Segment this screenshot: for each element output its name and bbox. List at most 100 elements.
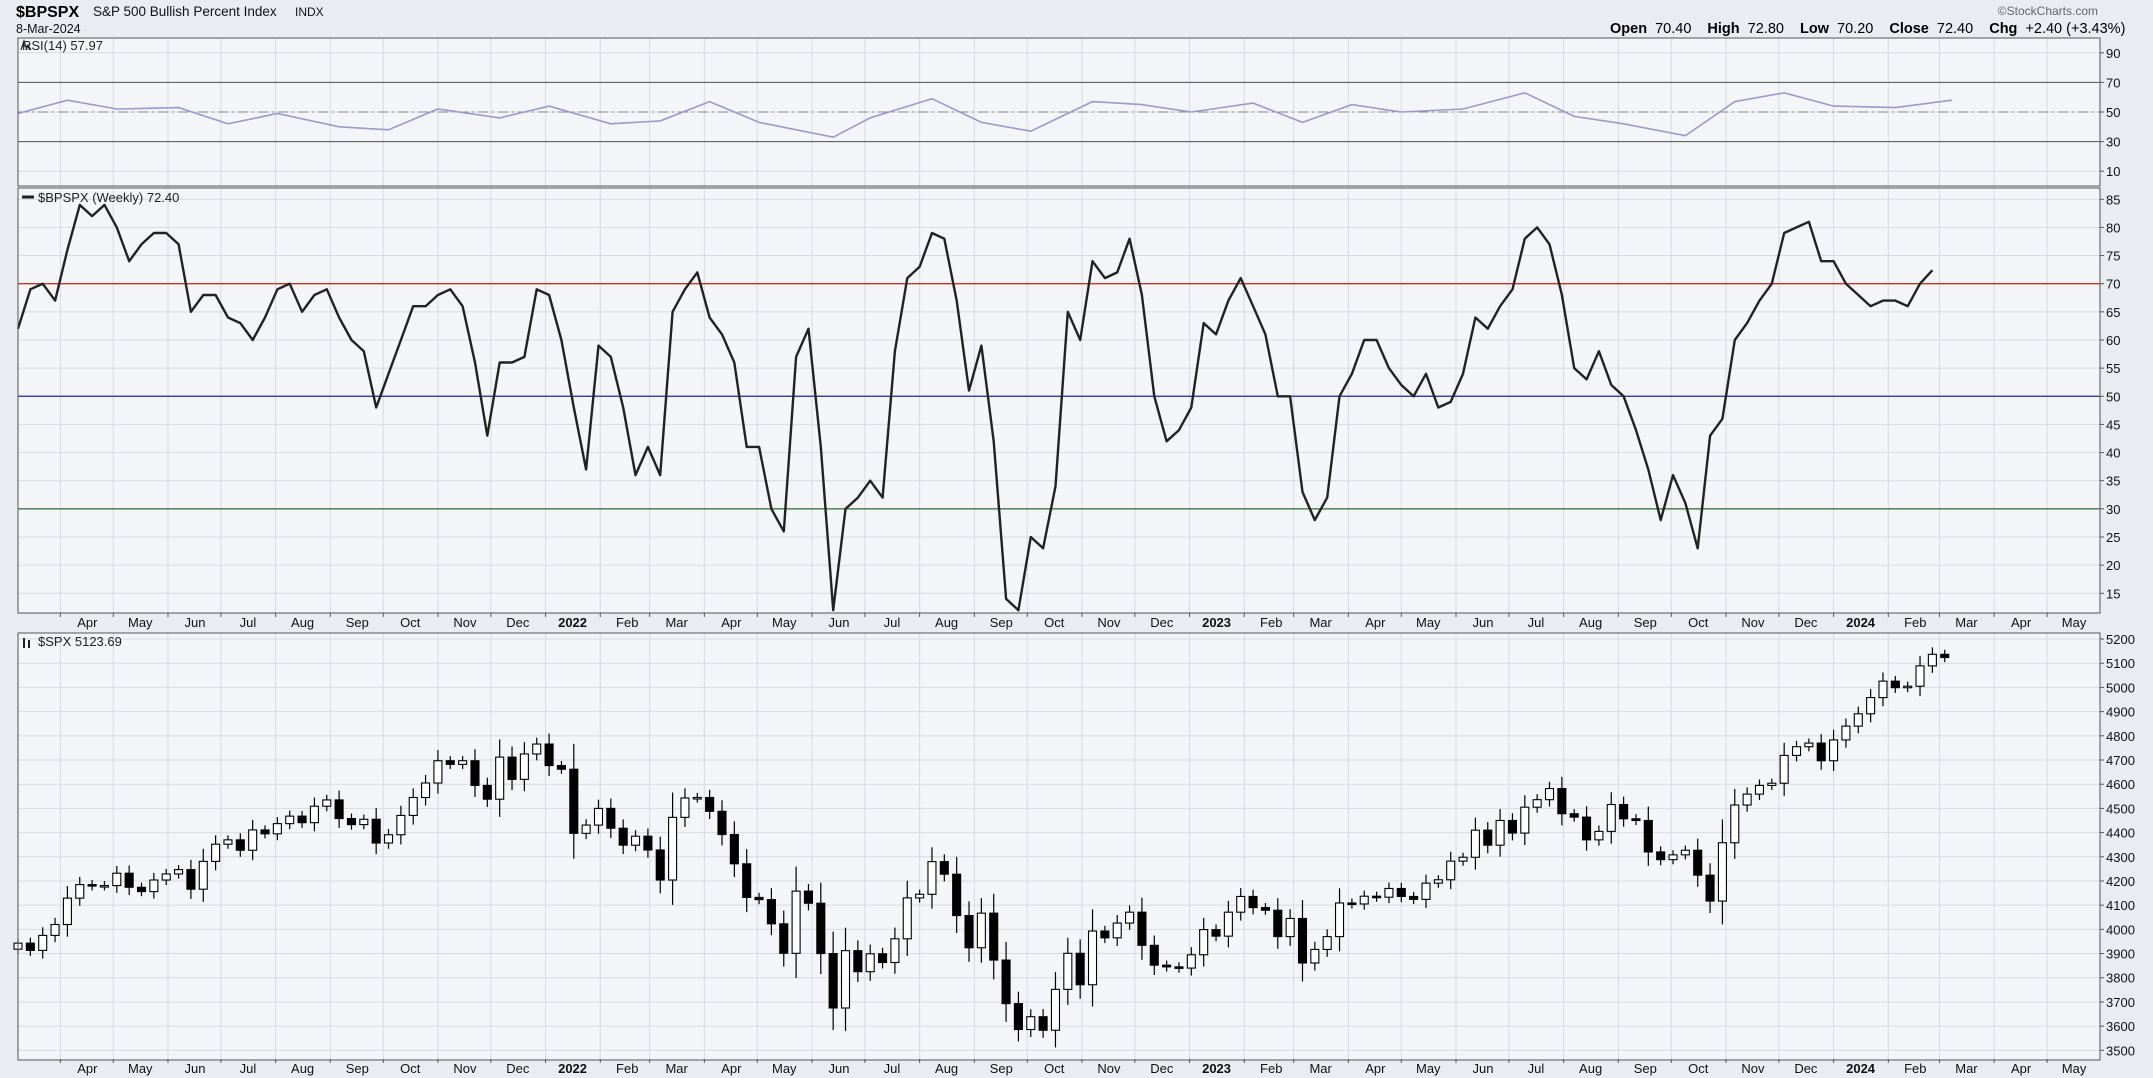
y-tick-label: 80 — [2106, 220, 2120, 235]
candle-up — [927, 861, 937, 895]
candle-up — [50, 923, 60, 936]
y-tick-label: 30 — [2106, 502, 2120, 517]
y-tick-label: 5100 — [2106, 656, 2135, 671]
x-tick-label: Apr — [2011, 1061, 2032, 1076]
x-tick-label: Aug — [291, 1061, 314, 1076]
x-tick-label: Oct — [1044, 1061, 1065, 1076]
y-tick-label: 10 — [2106, 164, 2120, 179]
low-label: Low — [1800, 21, 1830, 37]
x-tick-label: May — [128, 1061, 153, 1076]
y-tick-label: 3800 — [2106, 971, 2135, 986]
candle-down — [1409, 895, 1419, 900]
x-tick-label: 2024 — [1846, 1061, 1876, 1076]
candle-up — [1668, 854, 1678, 861]
x-tick-label: Apr — [721, 615, 742, 630]
change-value: +2.40 (+3.43%) — [2025, 21, 2125, 37]
candle-down — [1631, 818, 1641, 822]
x-tick-label: 2022 — [558, 1061, 587, 1076]
candle-down — [1557, 788, 1567, 815]
candle-down — [643, 835, 653, 851]
candle-up — [1829, 739, 1839, 762]
candle-up — [1384, 887, 1394, 898]
watermark: ©StockCharts.com — [1998, 4, 2098, 18]
candle-down — [1890, 680, 1900, 689]
candle-up — [1087, 930, 1098, 986]
candle-down — [952, 873, 962, 917]
y-tick-label: 30 — [2106, 135, 2120, 150]
candle-down — [569, 768, 579, 834]
candle-down — [1248, 895, 1258, 909]
candle-up — [272, 823, 282, 835]
candle-down — [1100, 930, 1110, 939]
candle-up — [1125, 911, 1135, 924]
y-tick-label: 5200 — [2106, 632, 2135, 647]
candle-up — [149, 879, 159, 893]
y-tick-label: 70 — [2106, 75, 2120, 90]
x-tick-label: Jul — [240, 615, 257, 630]
candle-up — [1433, 879, 1443, 884]
candle-down — [1569, 813, 1579, 818]
candle-down — [1013, 1003, 1023, 1031]
x-tick-label: Nov — [453, 1061, 477, 1076]
candle-up — [1446, 860, 1456, 881]
x-tick-label: Jul — [240, 1061, 257, 1076]
open-label: Open — [1610, 21, 1647, 37]
y-tick-label: 4400 — [2106, 826, 2135, 841]
candle-up — [1742, 793, 1752, 806]
x-tick-label: Dec — [506, 1061, 530, 1076]
x-tick-label: 2023 — [1202, 1061, 1231, 1076]
candle-up — [1458, 856, 1468, 862]
x-tick-label: Sep — [990, 1061, 1013, 1076]
candle-up — [1730, 804, 1740, 844]
candle-up — [99, 885, 110, 888]
x-tick-label: Jun — [184, 1061, 205, 1076]
candle-up — [1359, 895, 1369, 905]
ohlc-readout: Open 70.40 High 72.80 Low 70.20 Close 72… — [1610, 21, 2125, 37]
candle-up — [322, 799, 332, 807]
x-tick-label: Dec — [1150, 1061, 1174, 1076]
x-tick-label: 2024 — [1846, 615, 1876, 630]
x-tick-label: Dec — [1794, 1061, 1818, 1076]
x-tick-label: Mar — [1309, 1061, 1332, 1076]
x-tick-label: Mar — [665, 615, 688, 630]
x-tick-label: Apr — [77, 615, 98, 630]
candle-up — [458, 760, 468, 765]
x-tick-label: Sep — [1634, 615, 1657, 630]
y-tick-label: 4500 — [2106, 801, 2135, 816]
candle-down — [853, 950, 863, 973]
x-tick-label: Feb — [616, 615, 638, 630]
bpi-panel: 15 20 25 30 35 40 45 50 55 60 65 70 75 80 85 $BPSPX (W… — [16, 187, 2120, 614]
candle-down — [1619, 803, 1629, 820]
candle-up — [1804, 742, 1814, 748]
x-tick-label: Sep — [1634, 1061, 1657, 1076]
candle-up — [1236, 895, 1246, 913]
candle-down — [1507, 819, 1518, 834]
candle-up — [112, 872, 122, 887]
candle-up — [1680, 849, 1690, 856]
candle-down — [989, 912, 999, 961]
candle-up — [630, 835, 641, 846]
y-tick-label: 3500 — [2106, 1043, 2135, 1058]
candle-down — [334, 799, 344, 820]
candle-down — [729, 833, 739, 865]
x-tick-label: Jun — [828, 1061, 849, 1076]
candle-down — [260, 829, 270, 835]
candle-up — [915, 893, 925, 899]
candle-down — [544, 743, 554, 767]
candle-up — [223, 839, 233, 845]
candle-up — [1791, 746, 1802, 756]
candle-down — [964, 915, 974, 949]
x-tick-label: Apr — [77, 1061, 98, 1076]
x-tick-label: Aug — [935, 615, 958, 630]
x-tick-label: May — [1416, 1061, 1441, 1076]
candle-up — [433, 760, 443, 784]
candle-down — [1705, 874, 1715, 902]
y-tick-label: 45 — [2106, 417, 2120, 432]
x-tick-label: Jun — [1473, 1061, 1494, 1076]
candle-up — [840, 950, 851, 1009]
candle-down — [1816, 742, 1826, 762]
candle-down — [556, 765, 566, 770]
candle-down — [371, 818, 381, 844]
x-tick-label: Nov — [1741, 1061, 1765, 1076]
x-tick-label: Mar — [1955, 615, 1978, 630]
